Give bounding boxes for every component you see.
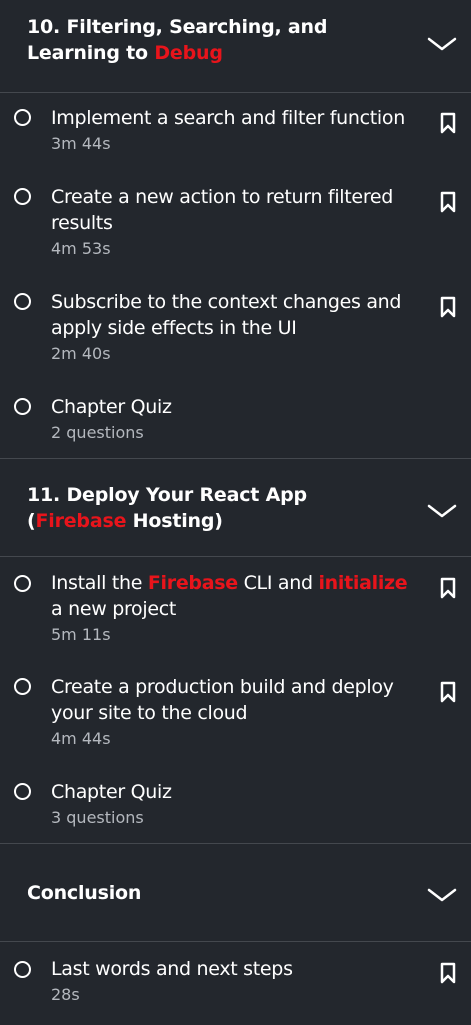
radio-circle-icon[interactable] [14, 398, 31, 415]
lecture-item[interactable]: Last words and next steps 28s [0, 942, 471, 1022]
lecture-duration: 4m 53s [51, 239, 111, 258]
bookmark-icon[interactable] [440, 296, 456, 318]
lecture-duration: 28s [51, 985, 80, 1004]
lecture-item[interactable]: Install the Firebase CLI and initialize … [0, 557, 471, 662]
quiz-question-count: 2 questions [51, 423, 144, 442]
lecture-title: Create a new action to return filtered r… [51, 186, 394, 234]
lecture-item[interactable]: Implement a search and filter function 3… [0, 93, 471, 172]
quiz-question-count: 3 questions [51, 808, 144, 827]
radio-circle-icon[interactable] [14, 109, 31, 126]
bookmark-icon[interactable] [440, 577, 456, 599]
bookmark-icon[interactable] [440, 681, 456, 703]
lecture-duration: 3m 44s [51, 134, 111, 153]
chevron-down-icon[interactable] [427, 503, 457, 519]
chapter-11-header[interactable]: 11. Deploy Your React App (Firebase Host… [0, 459, 471, 557]
lecture-item[interactable]: Subscribe to the context changes and app… [0, 277, 471, 382]
chevron-down-icon[interactable] [427, 887, 457, 903]
quiz-item[interactable]: Chapter Quiz 2 questions [0, 382, 471, 459]
lecture-item[interactable]: Create a new action to return filtered r… [0, 172, 471, 277]
bookmark-icon[interactable] [440, 962, 456, 984]
chapter-title: Conclusion [27, 882, 142, 904]
quiz-title: Chapter Quiz [51, 396, 172, 418]
chapter-10-header[interactable]: 10. Filtering, Searching, and Learning t… [0, 0, 471, 93]
lecture-duration: 2m 40s [51, 344, 111, 363]
lecture-duration: 5m 11s [51, 625, 111, 644]
lecture-title: Subscribe to the context changes and app… [51, 291, 402, 339]
chevron-down-icon[interactable] [427, 36, 457, 52]
conclusion-header[interactable]: Conclusion [0, 844, 471, 942]
radio-circle-icon[interactable] [14, 575, 31, 592]
chapter-title: 11. Deploy Your React App (Firebase Host… [27, 484, 307, 532]
lecture-title: Last words and next steps [51, 958, 293, 980]
quiz-item[interactable]: Chapter Quiz 3 questions [0, 767, 471, 844]
radio-circle-icon[interactable] [14, 293, 31, 310]
lecture-title: Implement a search and filter function [51, 107, 405, 129]
lecture-title: Install the Firebase CLI and initialize … [51, 572, 408, 620]
lecture-title: Create a production build and deploy you… [51, 676, 394, 724]
quiz-title: Chapter Quiz [51, 781, 172, 803]
radio-circle-icon[interactable] [14, 961, 31, 978]
bookmark-icon[interactable] [440, 191, 456, 213]
bookmark-icon[interactable] [440, 112, 456, 134]
radio-circle-icon[interactable] [14, 783, 31, 800]
lecture-duration: 4m 44s [51, 729, 111, 748]
lecture-item[interactable]: Create a production build and deploy you… [0, 662, 471, 767]
chapter-title: 10. Filtering, Searching, and Learning t… [27, 16, 328, 64]
radio-circle-icon[interactable] [14, 188, 31, 205]
radio-circle-icon[interactable] [14, 678, 31, 695]
